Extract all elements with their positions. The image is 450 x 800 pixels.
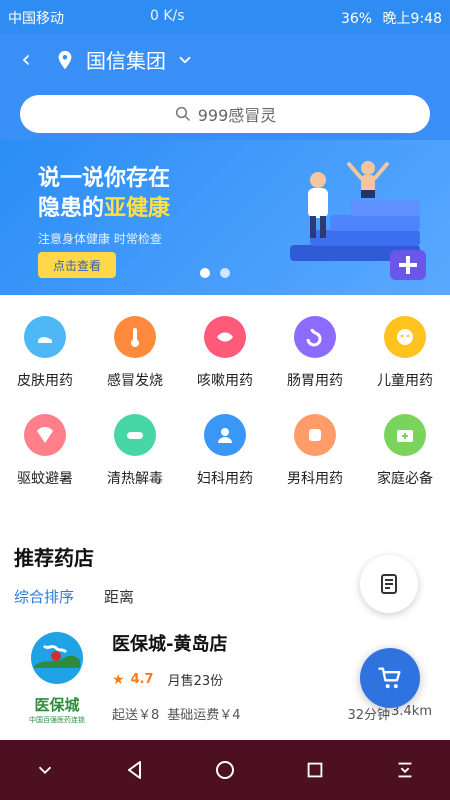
search-input[interactable]: 999感冒灵 bbox=[20, 95, 430, 133]
sort-distance[interactable]: 距离 bbox=[104, 586, 134, 607]
section-title: 推荐药店 bbox=[14, 546, 94, 570]
store-logo-subtext: 中国百强医药连锁 bbox=[29, 716, 85, 724]
banner-headline-highlight: 亚健康 bbox=[104, 196, 171, 221]
banner-illustration bbox=[290, 161, 426, 280]
header: ‹ 国信集团 bbox=[0, 33, 450, 85]
carrier: 中国移动 bbox=[8, 11, 64, 27]
category-label: 肠胃用药 bbox=[287, 373, 343, 389]
clock: 晚上9:48 bbox=[382, 11, 442, 27]
banner-headline-line2: 隐患的亚健康 bbox=[38, 194, 170, 224]
min-order: 起送￥8 bbox=[112, 708, 160, 723]
network-speed: 0 K/s bbox=[150, 8, 185, 24]
banner-subtext: 注意身体健康 时常检查 bbox=[38, 232, 162, 246]
category-label: 驱蚊避暑 bbox=[17, 471, 73, 487]
carousel-dots bbox=[200, 268, 230, 278]
category-mosquito[interactable]: 驱蚊避暑 bbox=[0, 406, 90, 496]
medicine-box-icon bbox=[294, 414, 336, 456]
back-triangle-icon bbox=[128, 761, 141, 779]
store-rating: 4.7 bbox=[130, 672, 154, 687]
nav-home-button[interactable] bbox=[201, 746, 249, 794]
location-selector[interactable]: 国信集团 bbox=[54, 45, 194, 74]
fan-icon bbox=[24, 414, 66, 456]
category-label: 儿童用药 bbox=[377, 373, 433, 389]
star-icon: ★ bbox=[112, 671, 125, 688]
promo-banner[interactable]: 说一说你存在 隐患的亚健康 注意身体健康 时常检查 点击查看 bbox=[0, 140, 450, 295]
recents-square-icon bbox=[307, 762, 323, 778]
location-name: 国信集团 bbox=[86, 49, 166, 73]
search-placeholder: 999感冒灵 bbox=[197, 106, 277, 125]
battery-level: 36% bbox=[340, 11, 373, 27]
sort-comprehensive[interactable]: 综合排序 bbox=[14, 586, 74, 607]
banner-headline: 说一说你存在 隐患的亚健康 bbox=[38, 164, 170, 224]
category-cough[interactable]: 咳嗽用药 bbox=[180, 308, 270, 398]
category-detox[interactable]: 清热解毒 bbox=[90, 406, 180, 496]
document-icon bbox=[381, 574, 397, 594]
doctor-icon bbox=[204, 414, 246, 456]
back-icon[interactable]: ‹ bbox=[12, 45, 40, 73]
search-icon bbox=[175, 106, 190, 121]
search-area: 999感冒灵 bbox=[0, 85, 450, 140]
banner-cta-button[interactable]: 点击查看 bbox=[38, 252, 116, 278]
category-skin[interactable]: 皮肤用药 bbox=[0, 308, 90, 398]
sleep-mask-icon bbox=[204, 316, 246, 358]
banner-headline-line1: 说一说你存在 bbox=[38, 166, 171, 191]
category-gynecology[interactable]: 妇科用药 bbox=[180, 406, 270, 496]
store-rating-row: ★ 4.7 月售23份 bbox=[112, 670, 224, 690]
category-cold[interactable]: 感冒发烧 bbox=[90, 308, 180, 398]
store-fees: 起送￥8 基础运费￥4 bbox=[112, 704, 241, 723]
status-bar: 中国移动 0 K/s 36% 晚上9:48 bbox=[0, 0, 450, 33]
nav-hide-button[interactable] bbox=[21, 746, 69, 794]
category-label: 清热解毒 bbox=[107, 471, 163, 487]
category-label: 咳嗽用药 bbox=[197, 373, 253, 389]
delivery-fee: 基础运费￥4 bbox=[167, 708, 241, 723]
category-label: 妇科用药 bbox=[197, 471, 253, 487]
chevron-down-icon bbox=[179, 56, 191, 63]
carousel-dot[interactable] bbox=[200, 268, 210, 278]
category-label: 感冒发烧 bbox=[107, 373, 163, 389]
store-name[interactable]: 医保城-黄岛店 bbox=[112, 630, 227, 656]
category-label: 家庭必备 bbox=[377, 471, 433, 487]
nav-back-button[interactable] bbox=[111, 746, 159, 794]
store-logo: 医保城 中国百强医药连锁 bbox=[26, 630, 88, 724]
nav-recents-button[interactable] bbox=[291, 746, 339, 794]
first-aid-kit-icon bbox=[384, 414, 426, 456]
cart-button[interactable] bbox=[360, 648, 420, 708]
category-andrology[interactable]: 男科用药 bbox=[270, 406, 360, 496]
pull-down-icon bbox=[398, 762, 412, 778]
home-circle-icon bbox=[216, 761, 234, 779]
chevron-down-icon bbox=[38, 766, 52, 775]
nav-notifications-button[interactable] bbox=[381, 746, 429, 794]
category-grid: 皮肤用药 感冒发烧 咳嗽用药 肠胃用药 儿童用药 驱蚊避暑 清热解毒 妇科用药 … bbox=[0, 308, 450, 504]
category-stomach[interactable]: 肠胃用药 bbox=[270, 308, 360, 398]
location-pin-icon bbox=[58, 50, 72, 69]
category-label: 男科用药 bbox=[287, 471, 343, 487]
sort-bar: 综合排序 距离 bbox=[14, 586, 134, 607]
banner-headline-part2: 隐患的 bbox=[38, 196, 105, 221]
status-right: 36% 晚上9:48 bbox=[341, 8, 442, 28]
pill-icon bbox=[114, 414, 156, 456]
prescription-button[interactable] bbox=[360, 555, 418, 613]
category-label: 皮肤用药 bbox=[17, 373, 73, 389]
thermometer-icon bbox=[114, 316, 156, 358]
category-family[interactable]: 家庭必备 bbox=[360, 406, 450, 496]
store-logo-mark bbox=[31, 632, 83, 684]
store-monthly-sales: 月售23份 bbox=[167, 674, 224, 689]
category-children[interactable]: 儿童用药 bbox=[360, 308, 450, 398]
skin-care-icon bbox=[24, 316, 66, 358]
carousel-dot[interactable] bbox=[220, 268, 230, 278]
store-logo-text: 医保城 bbox=[34, 696, 80, 714]
stomach-icon bbox=[294, 316, 336, 358]
cart-icon bbox=[378, 667, 401, 689]
system-nav-bar bbox=[0, 740, 450, 800]
child-face-icon bbox=[384, 316, 426, 358]
